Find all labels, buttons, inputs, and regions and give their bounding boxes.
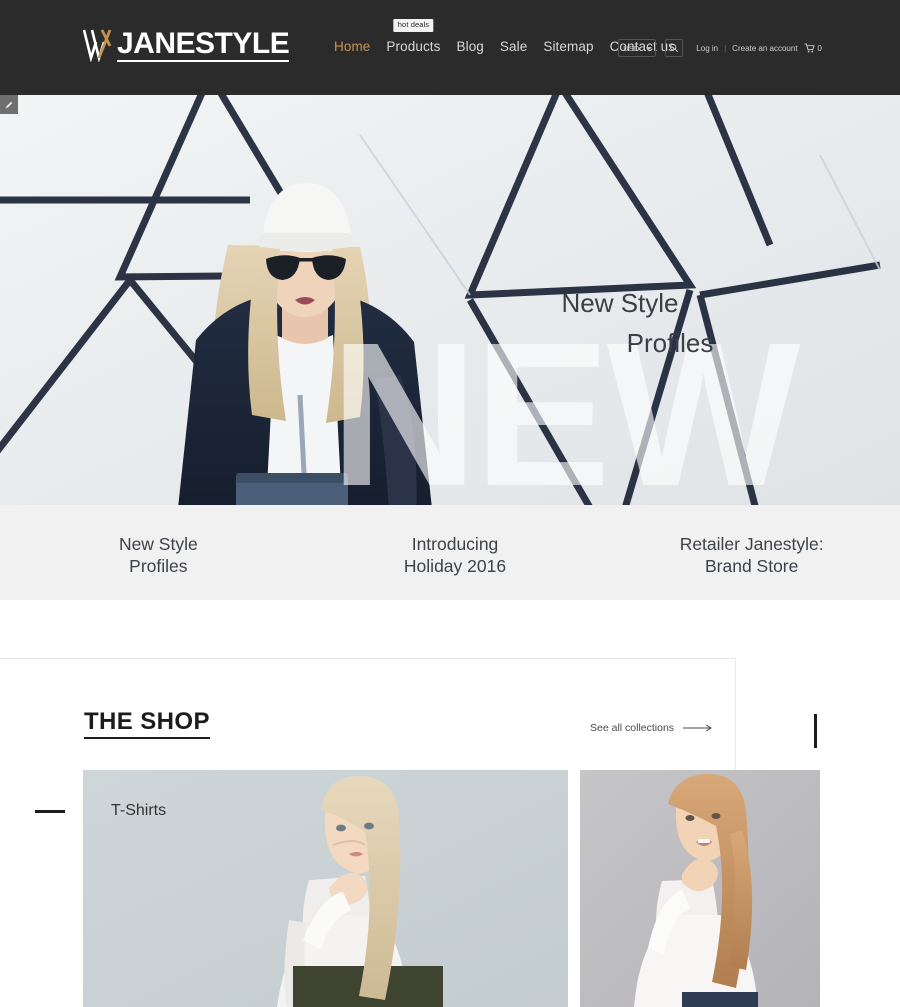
caption-line2: Brand Store xyxy=(704,555,799,576)
currency-value: USD xyxy=(623,43,640,53)
collection-tile-label: T-Shirts xyxy=(111,802,167,819)
nav-label: Home xyxy=(334,39,371,54)
site-header: JANESTYLE Home hot deals Products Blog S… xyxy=(0,0,900,95)
caption-line1: Introducing xyxy=(411,533,499,554)
collection-tile-2[interactable] xyxy=(580,770,820,1007)
collection-image-2 xyxy=(580,770,820,1007)
cart-count: 0 xyxy=(817,43,822,53)
nav-label: Products xyxy=(386,39,441,54)
next-bar-control[interactable] xyxy=(814,714,817,748)
nav-label: Sitemap xyxy=(543,39,594,54)
logo-text: JANESTYLE xyxy=(117,27,290,62)
nav-item-home[interactable]: Home xyxy=(334,39,370,54)
slide-caption-1[interactable]: New Style Profiles xyxy=(0,529,307,577)
login-link[interactable]: Log in xyxy=(696,44,718,53)
logo-mark-icon xyxy=(83,29,112,62)
caption-line2: Holiday 2016 xyxy=(403,555,507,576)
account-links: Log in | Create an account 0 xyxy=(696,43,822,53)
caption-line1: Retailer Janestyle: xyxy=(679,533,824,554)
hero-title-line2: Profiles xyxy=(626,328,714,358)
collection-tile-tshirts[interactable]: T-Shirts xyxy=(83,770,568,1007)
currency-selector[interactable]: USD xyxy=(618,39,657,57)
account-separator: | xyxy=(724,43,727,53)
see-all-collections-link[interactable]: See all collections xyxy=(590,722,713,734)
nav-item-blog[interactable]: Blog xyxy=(457,39,484,54)
pencil-icon xyxy=(5,100,13,109)
see-all-label: See all collections xyxy=(590,722,675,734)
hero-caption: New Style Profiles xyxy=(470,283,770,363)
hero-banner[interactable]: NEW New Style Profiles xyxy=(0,95,900,505)
search-button[interactable] xyxy=(665,39,684,57)
chevron-down-icon xyxy=(646,46,653,50)
slide-caption-2[interactable]: Introducing Holiday 2016 xyxy=(307,529,604,577)
slide-caption-bar: New Style Profiles Introducing Holiday 2… xyxy=(0,505,900,600)
caption-line1: New Style xyxy=(118,533,198,554)
edit-section-button[interactable] xyxy=(0,95,18,114)
arrow-right-icon xyxy=(683,724,713,732)
slide-caption-3[interactable]: Retailer Janestyle: Brand Store xyxy=(603,529,900,577)
hero-title-line1: New Style xyxy=(561,288,679,318)
nav-label: Blog xyxy=(456,39,484,54)
cart-link[interactable]: 0 xyxy=(804,43,822,53)
search-icon xyxy=(670,43,679,53)
create-account-link[interactable]: Create an account xyxy=(732,44,797,53)
site-logo[interactable]: JANESTYLE xyxy=(83,27,290,62)
hot-deals-badge: hot deals xyxy=(393,19,434,32)
cart-icon xyxy=(804,43,815,53)
header-utilities: USD Log in | Create an account 0 xyxy=(618,39,822,57)
caption-line2: Profiles xyxy=(129,555,188,576)
nav-label: Sale xyxy=(499,39,528,54)
nav-item-sale[interactable]: Sale xyxy=(500,39,527,54)
nav-item-products[interactable]: hot deals Products xyxy=(386,19,441,54)
nav-item-sitemap[interactable]: Sitemap xyxy=(543,39,593,54)
shop-section-title: THE SHOP xyxy=(84,708,210,739)
prev-dash-control[interactable] xyxy=(35,810,65,813)
